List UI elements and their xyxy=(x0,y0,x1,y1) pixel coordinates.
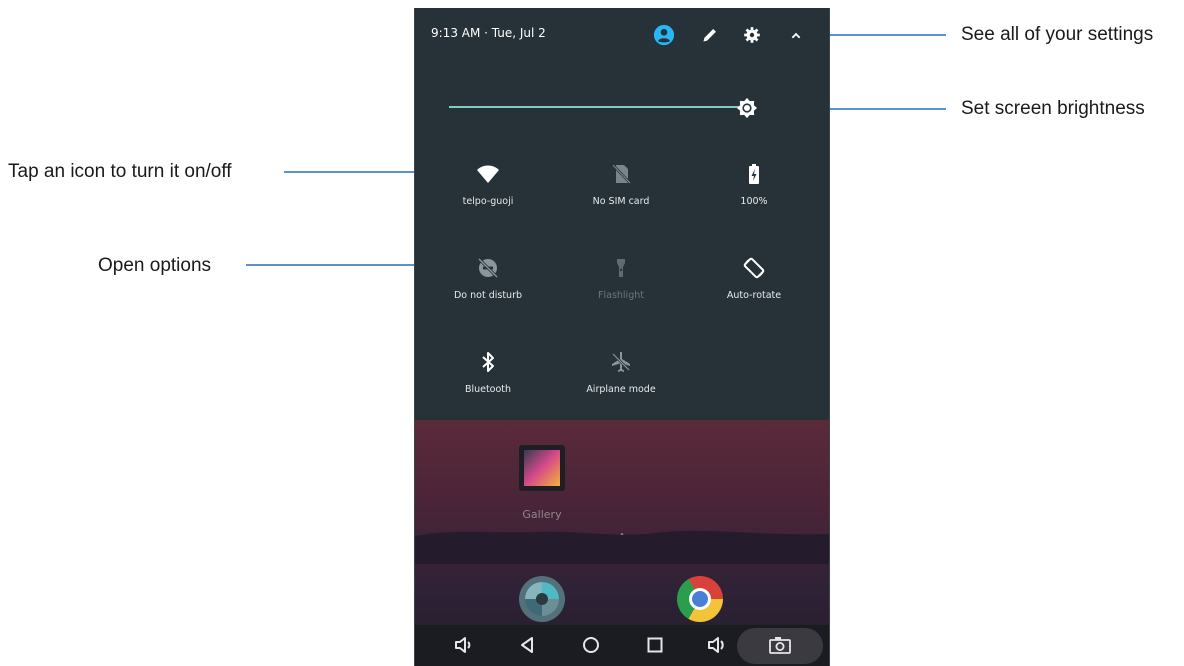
battery-icon xyxy=(749,164,759,184)
auto-rotate-icon xyxy=(743,257,765,279)
annotation-tap-icon: Tap an icon to turn it on/off xyxy=(8,161,232,182)
back-icon[interactable] xyxy=(515,633,539,657)
tile-airplane-mode[interactable]: Airplane mode xyxy=(556,350,686,420)
edit-icon[interactable] xyxy=(699,24,721,46)
volume-up-icon[interactable] xyxy=(705,633,729,657)
wifi-icon xyxy=(477,165,499,183)
navigation-bar xyxy=(415,625,829,666)
tile-label: Flashlight xyxy=(598,290,644,301)
mountain-silhouette xyxy=(415,530,829,564)
gear-icon[interactable] xyxy=(741,24,763,46)
tile-label: No SIM card xyxy=(592,196,650,207)
tile-battery[interactable]: 100% xyxy=(689,162,819,232)
do-not-disturb-icon xyxy=(477,257,499,279)
home-icon[interactable] xyxy=(579,633,603,657)
quick-settings-panel: 9:13 AM · Tue, Jul 2 telpo-guoji No SIM … xyxy=(415,8,829,420)
tile-bluetooth[interactable]: Bluetooth xyxy=(423,350,553,420)
recents-icon[interactable] xyxy=(643,633,667,657)
tile-no-sim[interactable]: No SIM card xyxy=(556,162,686,232)
bluetooth-icon xyxy=(482,352,494,372)
tile-flashlight[interactable]: Flashlight xyxy=(556,256,686,326)
chrome-app-icon[interactable] xyxy=(677,576,723,622)
status-time-date: 9:13 AM · Tue, Jul 2 xyxy=(431,26,546,40)
annotation-line-options xyxy=(246,264,434,266)
volume-down-icon[interactable] xyxy=(451,633,475,657)
account-icon[interactable] xyxy=(653,24,675,46)
tile-label: Bluetooth xyxy=(464,384,512,395)
camera-app-icon[interactable] xyxy=(519,576,565,622)
tile-label: 100% xyxy=(740,196,768,207)
gallery-app-icon[interactable] xyxy=(519,445,565,491)
tile-auto-rotate[interactable]: Auto-rotate xyxy=(689,256,819,326)
airplane-icon xyxy=(612,352,630,372)
tile-label: telpo-guoji xyxy=(462,196,514,207)
annotation-settings: See all of your settings xyxy=(961,24,1154,45)
chevron-up-icon[interactable] xyxy=(785,24,807,46)
no-sim-icon xyxy=(612,164,631,184)
gallery-app-label: Gallery xyxy=(522,508,562,521)
tile-label: Auto-rotate xyxy=(726,290,782,301)
annotation-options: Open options xyxy=(98,255,212,276)
phone-screen: 9:13 AM · Tue, Jul 2 telpo-guoji No SIM … xyxy=(414,8,830,666)
screenshot-icon xyxy=(769,637,791,654)
tile-label: Airplane mode xyxy=(586,384,656,395)
flashlight-icon xyxy=(617,259,625,277)
home-screen: Gallery xyxy=(415,420,829,666)
brightness-slider-track[interactable] xyxy=(449,106,747,108)
annotation-brightness: Set screen brightness xyxy=(961,98,1145,119)
tile-wifi[interactable]: telpo-guoji xyxy=(423,162,553,232)
brightness-icon[interactable] xyxy=(736,97,758,119)
screenshot-button[interactable] xyxy=(737,628,823,664)
tile-do-not-disturb[interactable]: Do not disturb xyxy=(423,256,553,326)
tile-label: Do not disturb xyxy=(453,290,523,301)
